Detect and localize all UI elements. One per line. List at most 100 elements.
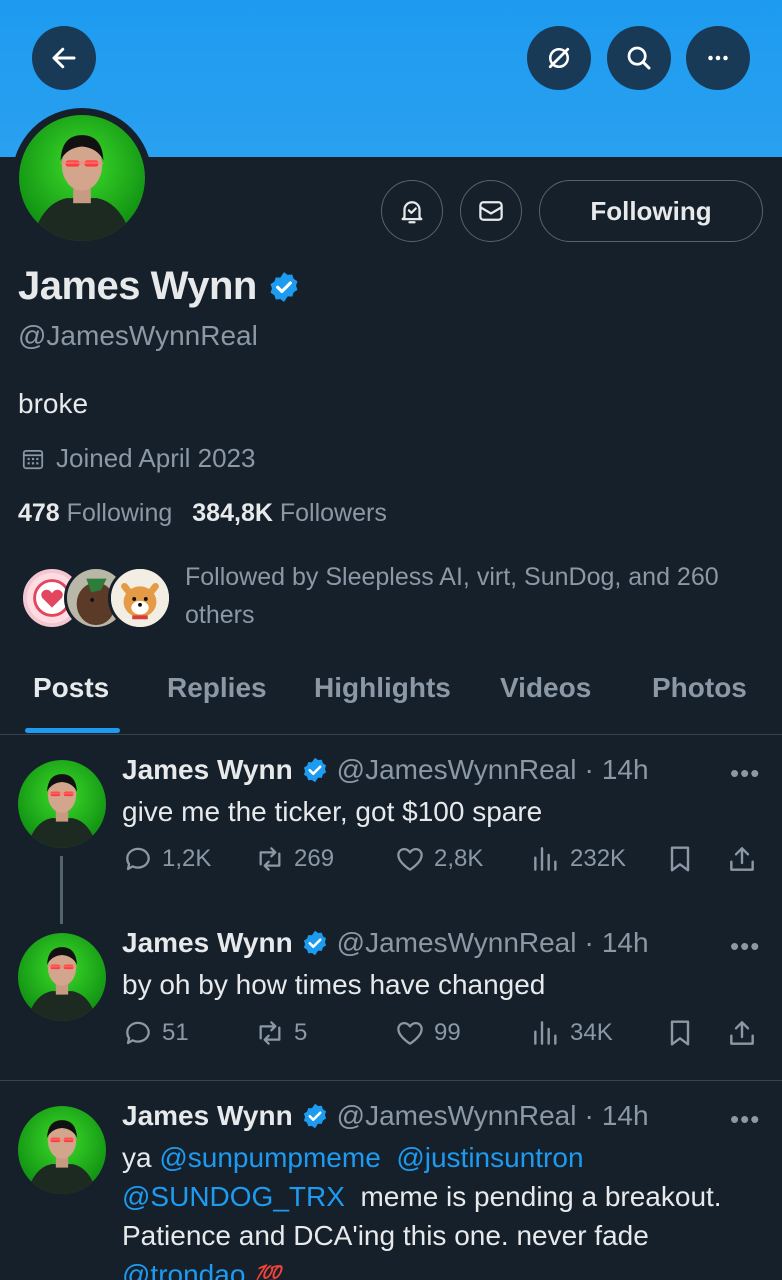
views-button[interactable]: 232K [530, 843, 626, 875]
post-more-icon[interactable]: ••• [730, 1104, 760, 1135]
reply-count: 51 [162, 1019, 189, 1046]
post-separator: · [584, 1100, 594, 1131]
message-button[interactable] [460, 180, 522, 242]
tab-replies[interactable]: Replies [167, 672, 267, 704]
post-time: 14h [601, 1100, 649, 1131]
bell-icon [401, 201, 423, 224]
bookmark-button[interactable] [664, 843, 696, 875]
profile-tabs: Posts Replies Highlights Videos Photos [0, 660, 782, 735]
more-icon [708, 55, 728, 61]
reply-icon [126, 1021, 150, 1045]
profile-name: James Wynn [18, 264, 257, 308]
post-metrics: 51 5 99 34K [122, 1017, 762, 1057]
heart-icon [397, 848, 423, 871]
post-author-name[interactable]: James Wynn [122, 927, 293, 959]
reply-count: 1,2K [162, 845, 212, 872]
more-options-button[interactable] [686, 26, 750, 90]
mention-link[interactable]: @SUNDOG_TRX [122, 1181, 345, 1212]
reply-button[interactable]: 1,2K [122, 843, 211, 875]
share-icon [730, 1021, 754, 1045]
post-author-handle: @JamesWynnReal [336, 927, 577, 958]
following-count-link[interactable]: 478 Following [18, 499, 172, 528]
bookmark-button[interactable] [664, 1017, 696, 1049]
post-divider [0, 1080, 782, 1081]
verified-badge-icon [303, 1103, 326, 1129]
post-avatar[interactable] [18, 1106, 106, 1194]
post-text: ya @sunpumpmeme @justinsuntron @SUNDOG_T… [122, 1138, 762, 1280]
post-more-icon[interactable]: ••• [730, 758, 760, 789]
post-text: give me the ticker, got $100 spare [122, 796, 543, 827]
repost-count: 269 [294, 845, 335, 872]
grok-icon [548, 47, 570, 69]
tab-highlights[interactable]: Highlights [314, 672, 451, 704]
reply-icon [126, 847, 150, 871]
mutual-avatar-sundog [108, 566, 172, 630]
grok-button[interactable] [527, 26, 591, 90]
post-author-handle: @JamesWynnReal [336, 754, 577, 785]
post-avatar[interactable] [18, 760, 106, 848]
post-time: 14h [601, 927, 649, 958]
like-count: 99 [434, 1019, 461, 1046]
mention-link[interactable]: @justinsuntron [396, 1142, 583, 1173]
active-tab-indicator [25, 728, 120, 733]
back-arrow-icon [52, 47, 76, 69]
post-header: James Wynn @JamesWynnReal · 14h [122, 927, 649, 959]
views-count: 232K [570, 845, 627, 872]
notify-button[interactable] [381, 180, 443, 242]
repost-count: 5 [294, 1019, 308, 1046]
repost-button[interactable]: 5 [254, 1017, 307, 1049]
verified-badge-icon[interactable] [267, 270, 301, 304]
share-button[interactable] [726, 1017, 758, 1049]
calendar-icon [22, 449, 44, 469]
share-icon [730, 847, 754, 871]
mention-link[interactable]: @trondao [122, 1259, 245, 1280]
like-button[interactable]: 2,8K [394, 843, 483, 875]
joined-label: Joined April 2023 [56, 443, 256, 473]
follow-counts: 478 Following 384,8K Followers [18, 499, 387, 528]
bookmark-icon [670, 846, 690, 872]
like-button[interactable]: 99 [394, 1017, 461, 1049]
tab-photos[interactable]: Photos [652, 672, 747, 704]
tab-videos[interactable]: Videos [500, 672, 591, 704]
profile-avatar[interactable] [12, 108, 152, 248]
repost-button[interactable]: 269 [254, 843, 334, 875]
post-avatar[interactable] [18, 933, 106, 1021]
repost-icon [259, 1021, 281, 1045]
post-text-prefix: ya [122, 1142, 160, 1173]
post-more-icon[interactable]: ••• [730, 931, 760, 962]
joined-date: Joined April 2023 [20, 443, 255, 474]
post-author-name[interactable]: James Wynn [122, 754, 293, 786]
verified-badge-icon [303, 930, 326, 956]
post-separator: · [584, 754, 594, 785]
mutual-followers-avatars[interactable] [20, 566, 172, 634]
back-button[interactable] [32, 26, 96, 90]
tab-posts[interactable]: Posts [33, 672, 109, 704]
share-button[interactable] [726, 843, 758, 875]
reply-button[interactable]: 51 [122, 1017, 189, 1049]
views-count: 34K [570, 1019, 613, 1046]
post-time: 14h [601, 754, 649, 785]
bookmark-icon [670, 1020, 690, 1046]
post-author-name[interactable]: James Wynn [122, 1100, 293, 1132]
following-button[interactable]: Following [539, 180, 763, 242]
verified-badge-icon [303, 757, 326, 783]
thread-connector [60, 856, 63, 924]
views-button[interactable]: 34K [530, 1017, 613, 1049]
post-separator: · [584, 927, 594, 958]
post-metrics: 1,2K 269 2,8K 232K [122, 843, 762, 883]
repost-icon [259, 847, 281, 871]
views-icon [534, 847, 557, 871]
heart-icon [397, 1022, 423, 1045]
followers-count-link[interactable]: 384,8K Followers [192, 499, 387, 528]
profile-name-row: James Wynn [18, 264, 301, 309]
profile-handle: @JamesWynnReal [18, 320, 258, 351]
hundred-emoji-icon: 💯 [253, 1264, 281, 1280]
post-text: by oh by how times have changed [122, 969, 546, 1000]
followed-by-text[interactable]: Followed by Sleepless AI, virt, SunDog, … [185, 558, 765, 634]
post-author-handle: @JamesWynnReal [336, 1100, 577, 1131]
search-button[interactable] [607, 26, 671, 90]
mention-link[interactable]: @sunpumpmeme [159, 1142, 380, 1173]
search-icon [627, 46, 651, 70]
like-count: 2,8K [434, 845, 484, 872]
views-icon [534, 1021, 557, 1045]
